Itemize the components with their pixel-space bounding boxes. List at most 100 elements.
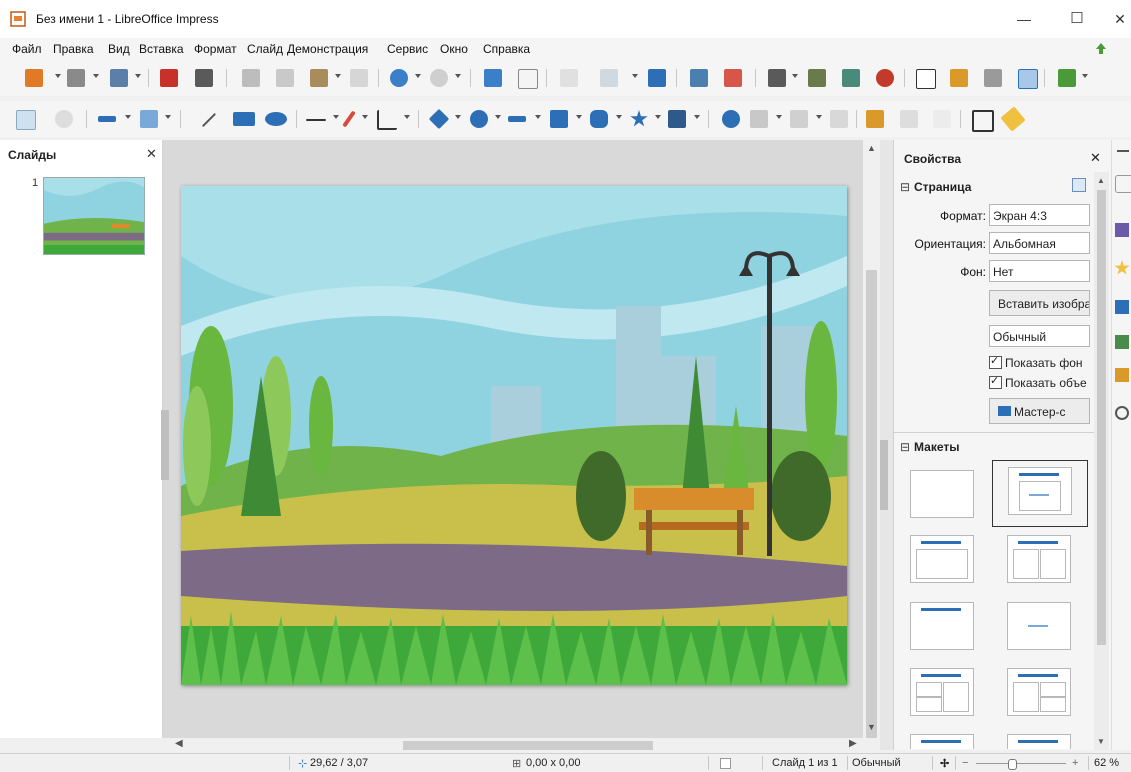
- master-slides-button[interactable]: Мастер-с: [989, 398, 1090, 424]
- block-arrows-dropdown-icon[interactable]: [535, 115, 541, 119]
- insert-image-icon[interactable]: [808, 69, 826, 87]
- start-first-slide-icon[interactable]: [690, 69, 708, 87]
- zoom-level[interactable]: 62 %: [1094, 757, 1119, 769]
- menu-file[interactable]: Файл: [12, 42, 42, 56]
- scroll-down-icon[interactable]: ▼: [867, 722, 876, 732]
- menu-edit[interactable]: Правка: [53, 42, 94, 56]
- layout-centered-text[interactable]: [1007, 602, 1071, 650]
- insert-chart-icon[interactable]: [876, 69, 894, 87]
- symbol-shapes-icon[interactable]: [470, 110, 488, 128]
- display-views-icon[interactable]: [600, 69, 618, 87]
- document-modified-icon[interactable]: [720, 758, 731, 769]
- checkbox-checked-icon[interactable]: [989, 374, 1002, 389]
- arrange-icon[interactable]: [790, 110, 808, 128]
- menu-view[interactable]: Вид: [108, 42, 130, 56]
- basic-shapes-icon[interactable]: [428, 108, 450, 130]
- spelling-icon[interactable]: [518, 69, 538, 89]
- rectangle-tool-icon[interactable]: [233, 112, 255, 126]
- points-icon[interactable]: [972, 110, 994, 132]
- block-arrows-icon[interactable]: [508, 116, 526, 122]
- horizontal-scroll-thumb[interactable]: [403, 741, 653, 750]
- new-slide-dropdown-icon[interactable]: [1082, 74, 1088, 78]
- save-icon[interactable]: [110, 69, 128, 87]
- connector-icon[interactable]: [377, 110, 397, 130]
- show-objects-checkbox[interactable]: Показать объе: [989, 374, 1087, 390]
- align-objects-icon[interactable]: [750, 110, 768, 128]
- master-slide-icon[interactable]: [648, 69, 666, 87]
- crop-icon[interactable]: [900, 110, 918, 128]
- new-document-icon[interactable]: [25, 69, 43, 87]
- ellipse-tool-icon[interactable]: [265, 112, 287, 126]
- callouts-dropdown-icon[interactable]: [616, 115, 622, 119]
- master-slides-tab-icon[interactable]: [1115, 300, 1129, 314]
- menu-tools[interactable]: Сервис: [387, 42, 428, 56]
- checkbox-checked-icon[interactable]: [989, 354, 1002, 369]
- slides-pane-collapse-handle[interactable]: [161, 410, 169, 480]
- connector-dropdown-icon[interactable]: [404, 115, 410, 119]
- sidebar-menu-icon[interactable]: [1117, 150, 1129, 152]
- slide-thumbnail[interactable]: [43, 177, 145, 255]
- arrow-line-icon[interactable]: [306, 119, 326, 121]
- page-section-toggle-icon[interactable]: ⊟: [900, 180, 910, 194]
- slides-pane-close-button[interactable]: ✕: [146, 146, 157, 162]
- fit-slide-icon[interactable]: ✢: [940, 757, 949, 770]
- properties-tab-icon[interactable]: [1115, 175, 1131, 193]
- layout-blank[interactable]: [910, 470, 974, 518]
- table-dropdown-icon[interactable]: [792, 74, 798, 78]
- undo-icon[interactable]: [390, 69, 408, 87]
- minimize-button[interactable]: —: [1004, 6, 1044, 32]
- redo-icon[interactable]: [430, 69, 448, 87]
- copy-icon[interactable]: [276, 69, 294, 87]
- arrow-dropdown-icon[interactable]: [333, 115, 339, 119]
- align-dropdown-icon[interactable]: [776, 115, 782, 119]
- slide-canvas[interactable]: [181, 186, 847, 685]
- menu-insert[interactable]: Вставка: [139, 42, 184, 56]
- insert-textbox-icon[interactable]: [916, 69, 936, 89]
- zoom-slider-track[interactable]: [976, 763, 1066, 764]
- export-pdf-icon[interactable]: [160, 69, 178, 87]
- grid-icon[interactable]: [560, 69, 578, 87]
- insert-image-button[interactable]: Вставить изобра: [989, 290, 1090, 316]
- horizontal-scrollbar[interactable]: ◀ ▶: [163, 738, 880, 753]
- undo-dropdown-icon[interactable]: [415, 74, 421, 78]
- arrange-dropdown-icon[interactable]: [816, 115, 822, 119]
- styles-tab-icon[interactable]: [1115, 335, 1129, 349]
- open-folder-icon[interactable]: [67, 69, 85, 87]
- animation-tab-icon[interactable]: [1114, 260, 1130, 275]
- fontwork-icon[interactable]: [950, 69, 968, 87]
- master-slide-select[interactable]: Обычный: [989, 325, 1090, 347]
- clone-formatting-icon[interactable]: [350, 69, 368, 87]
- maximize-button[interactable]: ☐: [1057, 6, 1097, 32]
- sidebar-collapse-handle[interactable]: [880, 440, 888, 510]
- basic-shapes-dropdown-icon[interactable]: [455, 115, 461, 119]
- layout-icon[interactable]: [1018, 69, 1038, 89]
- redo-dropdown-icon[interactable]: [455, 74, 461, 78]
- 3d-objects-icon[interactable]: [668, 110, 686, 128]
- zoom-pan-icon[interactable]: [55, 110, 73, 128]
- sidebar-scrollbar[interactable]: ▲ ▼: [1094, 172, 1109, 750]
- cut-icon[interactable]: [242, 69, 260, 87]
- shadow-icon[interactable]: [866, 110, 884, 128]
- views-dropdown-icon[interactable]: [632, 74, 638, 78]
- sidebar-scroll-thumb[interactable]: [1097, 190, 1106, 645]
- slide-transition-tab-icon[interactable]: [1115, 223, 1129, 237]
- layout-partial-2[interactable]: [1007, 734, 1071, 749]
- menu-format[interactable]: Формат: [194, 42, 237, 56]
- insert-table-icon[interactable]: [768, 69, 786, 87]
- stars-dropdown-icon[interactable]: [655, 115, 661, 119]
- fill-color-icon[interactable]: [140, 110, 158, 128]
- close-button[interactable]: ✕: [1100, 6, 1131, 32]
- scroll-left-icon[interactable]: ◀: [175, 738, 183, 749]
- curve-dropdown-icon[interactable]: [362, 115, 368, 119]
- layout-title-two-content[interactable]: [1007, 535, 1071, 583]
- layouts-section-toggle-icon[interactable]: ⊟: [900, 440, 910, 454]
- background-select[interactable]: Нет: [989, 260, 1090, 282]
- toggle-extrusion-icon[interactable]: [1000, 106, 1026, 132]
- sidebar-scroll-down-icon[interactable]: ▼: [1097, 737, 1105, 746]
- scroll-right-icon[interactable]: ▶: [849, 738, 857, 749]
- format-select[interactable]: Экран 4:3: [989, 204, 1090, 226]
- paste-dropdown-icon[interactable]: [335, 74, 341, 78]
- 3d-dropdown-icon[interactable]: [694, 115, 700, 119]
- orientation-select[interactable]: Альбомная: [989, 232, 1090, 254]
- find-replace-icon[interactable]: [484, 69, 502, 87]
